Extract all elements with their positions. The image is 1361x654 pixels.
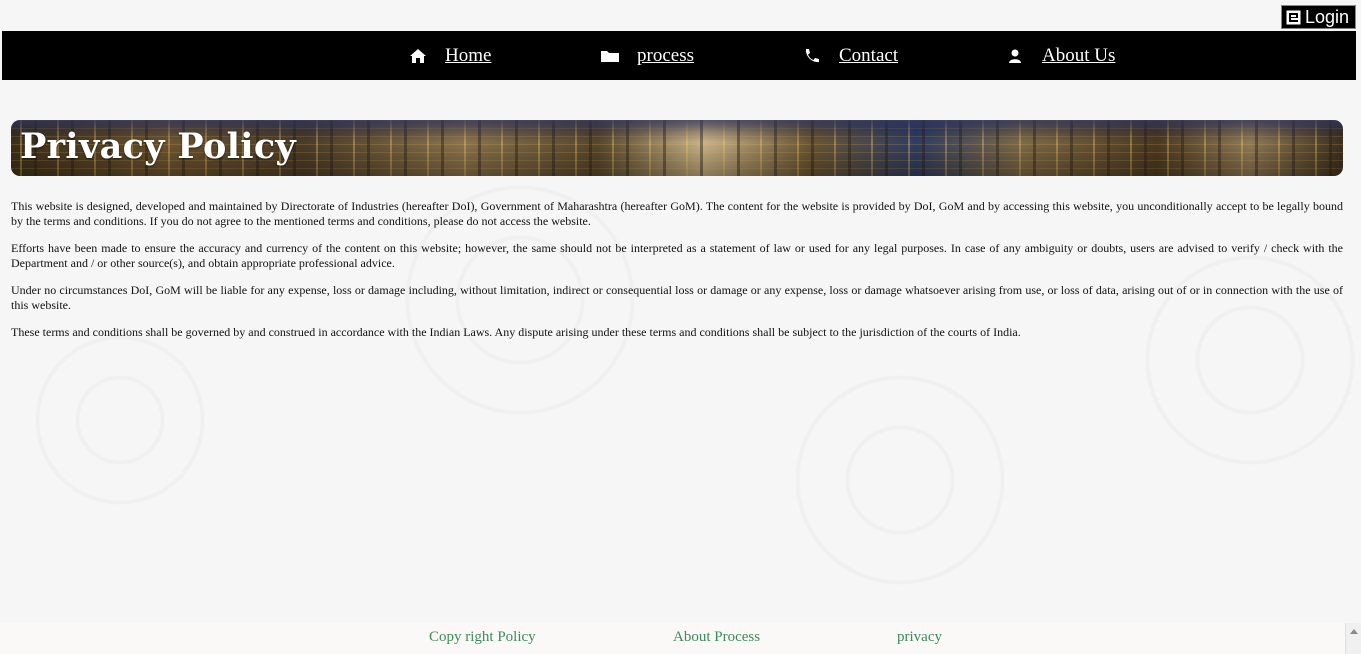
- nav-item-home[interactable]: Home: [408, 31, 491, 80]
- nav-item-about-us[interactable]: About Us: [1005, 31, 1115, 80]
- main-navbar: Home process Contact About Us: [2, 31, 1356, 80]
- nav-item-contact[interactable]: Contact: [802, 31, 898, 80]
- page-title: Privacy Policy: [20, 126, 297, 167]
- footer-link-copyright-policy[interactable]: Copy right Policy: [429, 629, 536, 646]
- nav-item-process[interactable]: process: [600, 31, 694, 80]
- privacy-paragraph: This website is designed, developed and …: [11, 199, 1343, 228]
- phone-icon: [802, 48, 822, 64]
- nav-label-home[interactable]: Home: [445, 45, 491, 67]
- nav-label-process[interactable]: process: [637, 45, 694, 67]
- footer-link-about-process[interactable]: About Process: [673, 629, 760, 646]
- vertical-scrollbar[interactable]: [1345, 623, 1361, 654]
- privacy-content: This website is designed, developed and …: [11, 199, 1343, 352]
- user-icon: [1005, 48, 1025, 64]
- privacy-paragraph: Under no circumstances DoI, GoM will be …: [11, 283, 1343, 312]
- privacy-paragraph: These terms and conditions shall be gove…: [11, 325, 1021, 339]
- nav-label-contact[interactable]: Contact: [839, 45, 898, 67]
- login-button[interactable]: Login: [1280, 5, 1356, 29]
- privacy-paragraph: Efforts have been made to ensure the acc…: [11, 241, 1343, 270]
- footer-link-privacy[interactable]: privacy: [897, 629, 942, 646]
- folder-icon: [600, 48, 620, 64]
- home-icon: [408, 48, 428, 64]
- scroll-up-arrow-icon[interactable]: [1350, 629, 1358, 634]
- page-banner: Privacy Policy: [11, 120, 1343, 176]
- login-label: Login: [1304, 6, 1349, 27]
- nav-label-about-us[interactable]: About Us: [1042, 45, 1115, 67]
- login-icon: [1286, 10, 1301, 25]
- page-footer: Copy right Policy About Process privacy: [0, 623, 1345, 654]
